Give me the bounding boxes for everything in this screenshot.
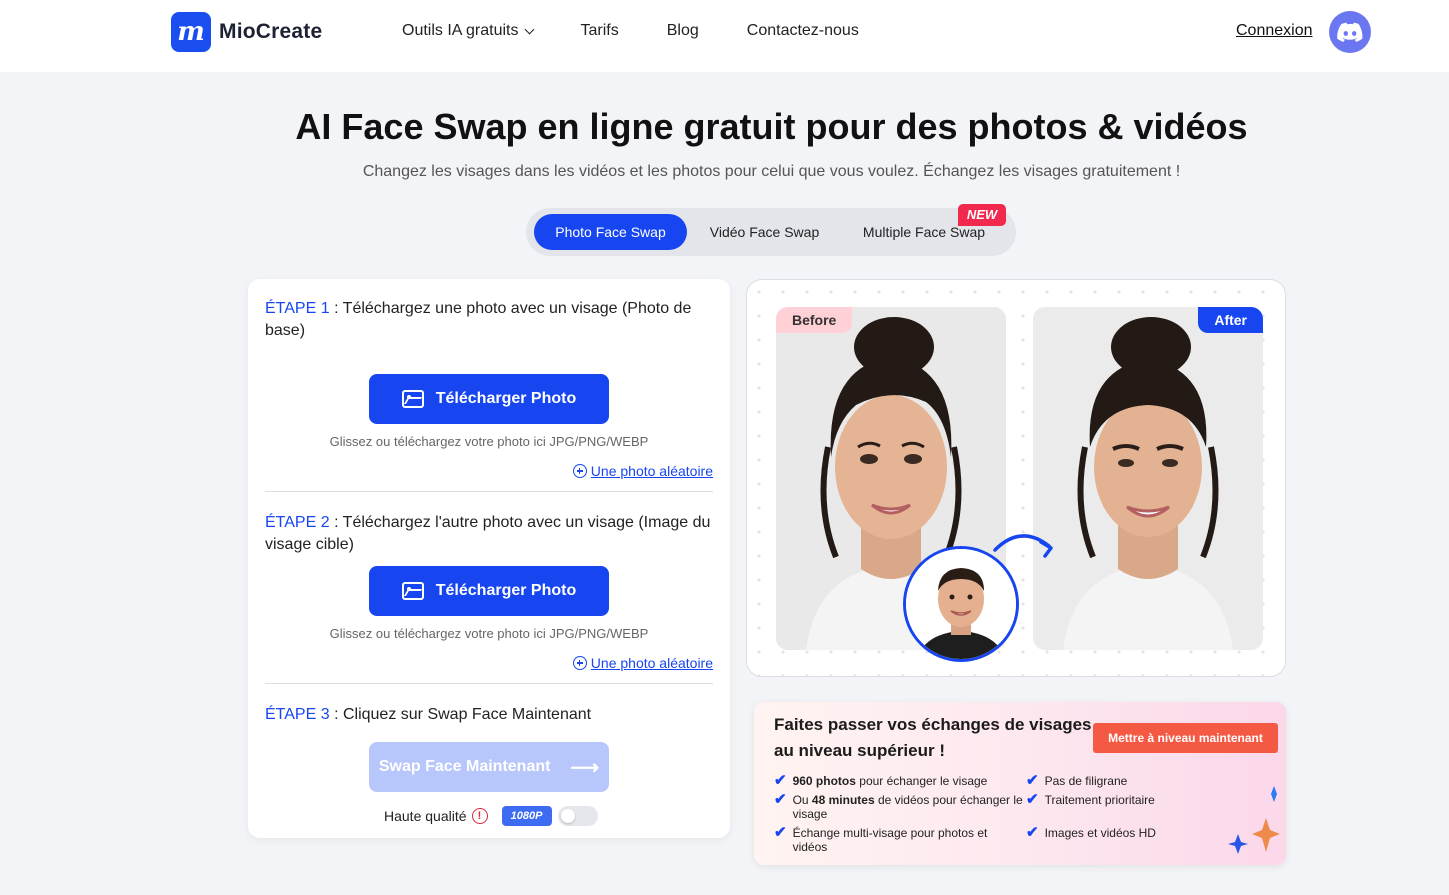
check-icon: ✔ — [1026, 772, 1039, 789]
warning-icon[interactable]: ! — [471, 808, 488, 824]
step-3-label: ÉTAPE 3 — [265, 706, 330, 723]
random-photo-link-2[interactable]: Une photo aléatoire — [572, 655, 713, 671]
step-1-label: ÉTAPE 1 — [265, 300, 330, 317]
page-title: AI Face Swap en ligne gratuit pour des p… — [295, 106, 1248, 147]
feature-text: Échange multi-visage pour photos et vidé… — [792, 826, 988, 854]
step-2-text: : Téléchargez l'autre photo avec un visa… — [265, 514, 711, 553]
nav-item-pricing[interactable]: Tarifs — [581, 22, 619, 40]
page-subtitle: Changez les visages dans les vidéos et l… — [362, 163, 1181, 180]
swap-button-label: Swap Face Maintenant — [378, 758, 551, 775]
upgrade-promo: Faites passer vos échanges de visages au… — [754, 702, 1286, 865]
after-label: After — [1198, 307, 1263, 333]
resolution-badge: 1080P — [501, 806, 552, 826]
man-portrait — [906, 549, 1016, 659]
after-photo: After — [1033, 307, 1263, 650]
brand-logo[interactable]: m MioCreate — [171, 12, 322, 52]
new-badge: NEW — [958, 204, 1006, 226]
arrow-right-icon: ⟶ — [570, 756, 600, 779]
preview-panel: Before After — [746, 279, 1286, 677]
upload-button-label: Télécharger Photo — [435, 582, 577, 599]
main-nav: Outils IA gratuits Tarifs Blog Contactez… — [402, 22, 907, 40]
upload-button-label: Télécharger Photo — [435, 390, 577, 407]
divider — [265, 491, 713, 492]
promo-title: Faites passer vos échanges de visages au… — [774, 715, 1092, 760]
feature-text: 960 photos pour échanger le visage — [792, 774, 988, 788]
nav-item-free-ai-tools[interactable]: Outils IA gratuits — [402, 22, 534, 40]
feature-item: ✔ Pas de filigrane — [1026, 772, 1128, 789]
step-2-instruction: ÉTAPE 2 : Téléchargez l'autre photo avec… — [265, 512, 715, 556]
tab-video-face-swap[interactable]: Vidéo Face Swap — [691, 214, 838, 250]
feature-item: ✔ Traitement prioritaire — [1026, 791, 1155, 808]
feature-item: ✔ Ou 48 minutes de vidéos pour échanger … — [774, 791, 1024, 821]
step-3-instruction: ÉTAPE 3 : Cliquez sur Swap Face Maintena… — [265, 704, 715, 726]
divider — [265, 683, 713, 684]
quality-row: Haute qualité ! 1080P — [384, 806, 598, 826]
mode-tabs: Photo Face Swap Vidéo Face Swap Multiple… — [526, 208, 1016, 256]
before-label: Before — [776, 307, 853, 333]
step-1-text: : Téléchargez une photo avec un visage (… — [265, 300, 692, 339]
brand-name: MioCreate — [219, 20, 323, 43]
quality-label: Haute qualité — [384, 808, 467, 824]
miocreate-logo-icon: m — [171, 12, 211, 52]
image-icon — [401, 390, 424, 408]
step-3-text: : Cliquez sur Swap Face Maintenant — [329, 706, 592, 723]
discord-icon — [1337, 22, 1363, 42]
check-icon: ✔ — [1026, 824, 1039, 841]
random-photo-link-1[interactable]: Une photo aléatoire — [572, 463, 713, 479]
plus-circle-icon — [572, 656, 587, 670]
nav-item-blog[interactable]: Blog — [667, 22, 699, 40]
feature-item: ✔ Échange multi-visage pour photos et vi… — [774, 824, 1014, 854]
step-1-instruction: ÉTAPE 1 : Téléchargez une photo avec un … — [265, 298, 715, 342]
tab-photo-face-swap[interactable]: Photo Face Swap — [534, 214, 687, 250]
step-2-label: ÉTAPE 2 — [265, 514, 330, 531]
curved-arrow-icon — [993, 534, 1053, 558]
upload-target-photo-button[interactable]: Télécharger Photo — [369, 566, 609, 616]
nav-item-contact[interactable]: Contactez-nous — [747, 22, 859, 40]
feature-text: Images et vidéos HD — [1044, 826, 1156, 840]
check-icon: ✔ — [1026, 791, 1039, 808]
swap-face-button[interactable]: Swap Face Maintenant ⟶ — [369, 742, 609, 792]
random-photo-label: Une photo aléatoire — [590, 463, 713, 479]
target-face-avatar — [903, 546, 1019, 662]
check-icon: ✔ — [774, 791, 787, 808]
feature-text: Traitement prioritaire — [1044, 793, 1155, 807]
feature-item: ✔ 960 photos pour échanger le visage — [774, 772, 1014, 789]
feature-text: Pas de filigrane — [1044, 774, 1128, 788]
check-icon: ✔ — [774, 824, 787, 841]
upload-base-photo-button[interactable]: Télécharger Photo — [369, 374, 609, 424]
plus-circle-icon — [572, 464, 587, 478]
swapped-portrait-after — [1033, 307, 1263, 650]
login-link[interactable]: Connexion — [1236, 22, 1313, 40]
discord-button[interactable] — [1329, 11, 1371, 53]
chevron-down-icon — [524, 24, 534, 34]
upload-hint: Glissez ou téléchargez votre photo ici J… — [329, 434, 649, 449]
random-photo-label: Une photo aléatoire — [590, 655, 713, 671]
check-icon: ✔ — [774, 772, 787, 789]
top-header: m MioCreate Outils IA gratuits Tarifs Bl… — [0, 0, 1449, 72]
feature-text: Ou 48 minutes de vidéos pour échanger le… — [792, 793, 1023, 821]
nav-item-label: Outils IA gratuits — [402, 22, 519, 39]
feature-item: ✔ Images et vidéos HD — [1026, 824, 1156, 841]
upload-panel: ÉTAPE 1 : Téléchargez une photo avec un … — [248, 279, 730, 838]
image-icon — [401, 582, 424, 600]
high-quality-toggle[interactable] — [557, 806, 598, 826]
upgrade-now-button[interactable]: Mettre à niveau maintenant — [1093, 723, 1278, 753]
sparkle-icon — [1228, 786, 1280, 854]
upload-hint: Glissez ou téléchargez votre photo ici J… — [329, 626, 649, 641]
